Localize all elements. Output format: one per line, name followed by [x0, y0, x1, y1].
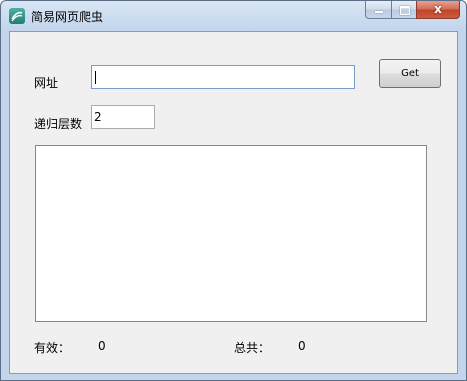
- app-window: 简易网页爬虫 x 网址 Get 递归层数 2 有效： 0 总共： 0: [0, 0, 467, 381]
- depth-value: 2: [94, 110, 102, 124]
- url-input[interactable]: [91, 65, 355, 89]
- depth-label: 递归层数: [34, 117, 83, 131]
- title-bar[interactable]: 简易网页爬虫 x: [1, 1, 466, 31]
- client-area: 网址 Get 递归层数 2 有效： 0 总共： 0: [9, 31, 458, 374]
- text-caret: [95, 71, 96, 84]
- valid-label: 有效：: [34, 341, 71, 355]
- window-title: 简易网页爬虫: [31, 10, 104, 24]
- depth-input[interactable]: 2: [91, 105, 155, 129]
- total-count: 0: [298, 339, 306, 353]
- app-icon: [9, 8, 25, 24]
- get-button[interactable]: Get: [379, 59, 441, 88]
- close-button[interactable]: x: [416, 1, 460, 19]
- valid-count: 0: [98, 339, 106, 353]
- caption-buttons: x: [365, 1, 460, 20]
- minimize-button[interactable]: [365, 1, 391, 19]
- total-label: 总共：: [234, 341, 271, 355]
- url-label: 网址: [34, 76, 59, 90]
- close-icon: x: [434, 2, 442, 16]
- maximize-button[interactable]: [391, 1, 416, 19]
- output-textarea[interactable]: [35, 145, 427, 322]
